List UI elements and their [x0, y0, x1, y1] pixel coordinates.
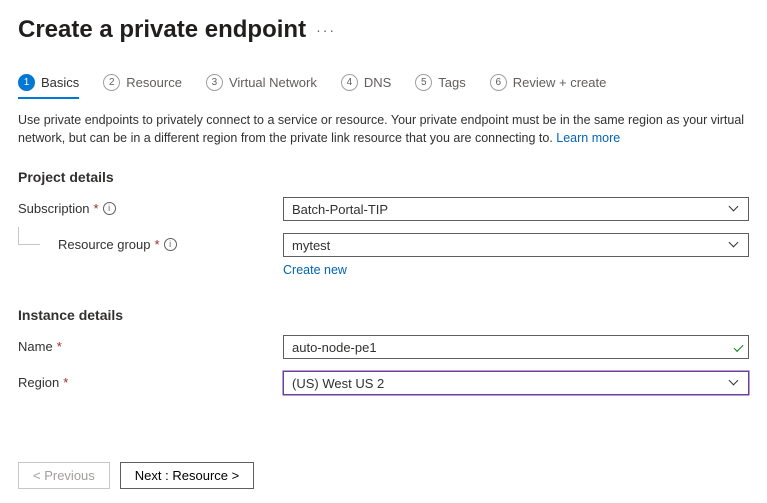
subscription-dropdown[interactable]: Batch-Portal-TIP: [283, 197, 749, 221]
resource-group-dropdown[interactable]: mytest: [283, 233, 749, 257]
next-button[interactable]: Next : Resource >: [120, 462, 254, 489]
step-number-icon: 3: [206, 74, 223, 91]
more-menu-icon[interactable]: ···: [316, 22, 336, 38]
tab-dns[interactable]: 4 DNS: [341, 74, 391, 97]
previous-button[interactable]: < Previous: [18, 462, 110, 489]
section-instance-details: Instance details: [18, 307, 749, 323]
valid-check-icon: [736, 340, 741, 355]
tab-tags[interactable]: 5 Tags: [415, 74, 465, 97]
step-number-icon: 1: [18, 74, 35, 91]
tab-label: Basics: [41, 75, 79, 90]
tab-label: Tags: [438, 75, 465, 90]
step-number-icon: 4: [341, 74, 358, 91]
tab-resource[interactable]: 2 Resource: [103, 74, 182, 97]
subscription-label: Subscription * i: [18, 197, 283, 216]
tab-virtual-network[interactable]: 3 Virtual Network: [206, 74, 317, 97]
page-title: Create a private endpoint: [18, 16, 306, 44]
tab-review-create[interactable]: 6 Review + create: [490, 74, 607, 97]
name-input[interactable]: [283, 335, 749, 359]
tab-basics[interactable]: 1 Basics: [18, 74, 79, 99]
description-text: Use private endpoints to privately conne…: [18, 111, 749, 147]
info-icon[interactable]: i: [103, 202, 116, 215]
step-number-icon: 5: [415, 74, 432, 91]
step-number-icon: 2: [103, 74, 120, 91]
chevron-down-icon: [730, 378, 740, 388]
name-label: Name *: [18, 335, 283, 354]
tab-label: Review + create: [513, 75, 607, 90]
tab-label: Resource: [126, 75, 182, 90]
region-label: Region *: [18, 371, 283, 390]
wizard-footer: < Previous Next : Resource >: [18, 462, 254, 489]
region-dropdown[interactable]: (US) West US 2: [283, 371, 749, 395]
step-number-icon: 6: [490, 74, 507, 91]
section-project-details: Project details: [18, 169, 749, 185]
hierarchy-line-icon: [18, 227, 40, 245]
info-icon[interactable]: i: [164, 238, 177, 251]
create-new-link[interactable]: Create new: [283, 263, 749, 277]
tab-label: DNS: [364, 75, 391, 90]
wizard-tabs: 1 Basics 2 Resource 3 Virtual Network 4 …: [18, 74, 749, 97]
chevron-down-icon: [730, 240, 740, 250]
resource-group-label: Resource group * i: [18, 233, 283, 252]
learn-more-link[interactable]: Learn more: [556, 131, 620, 145]
tab-label: Virtual Network: [229, 75, 317, 90]
chevron-down-icon: [730, 204, 740, 214]
